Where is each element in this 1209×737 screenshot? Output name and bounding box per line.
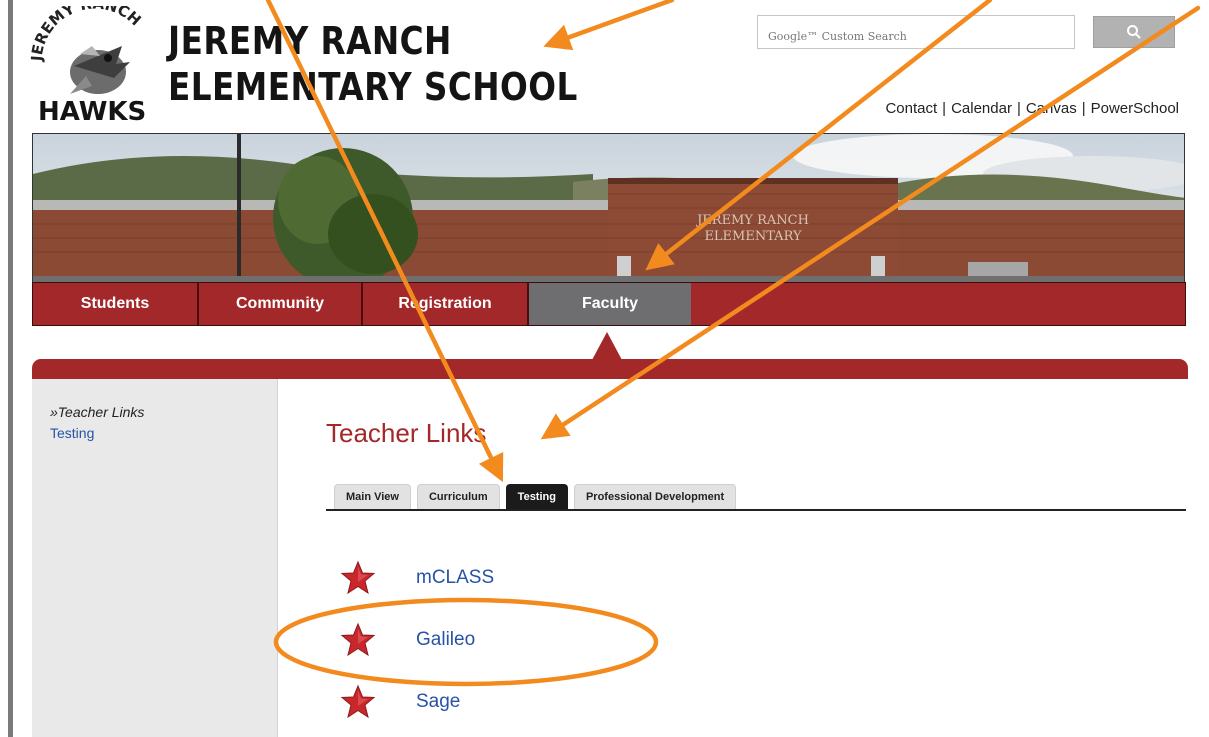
school-name[interactable]: JEREMY RANCH ELEMENTARY SCHOOL [168, 18, 578, 110]
hawk-icon [70, 46, 130, 94]
main-nav: Students Community Registration Faculty [32, 282, 1186, 326]
active-tab-indicator [592, 332, 622, 360]
school-logo[interactable]: JEREMY RANCH HAWKS [30, 6, 170, 124]
sidebar: »Teacher Links Testing [32, 379, 278, 737]
banner-photo: JEREMY RANCH ELEMENTARY [32, 133, 1185, 284]
list-item: Sage [340, 682, 640, 722]
separator: | [1081, 100, 1086, 117]
sage-link[interactable]: Sage [416, 691, 460, 713]
left-border-rule [8, 0, 13, 737]
galileo-link[interactable]: Galileo [416, 629, 475, 651]
sidebar-current-page[interactable]: »Teacher Links [50, 404, 277, 420]
nav-tab-registration[interactable]: Registration [363, 283, 529, 325]
search-button[interactable] [1093, 16, 1175, 48]
school-name-line1: JEREMY RANCH [168, 19, 452, 63]
separator: | [942, 100, 947, 117]
contact-link[interactable]: Contact [885, 100, 937, 117]
nav-tab-students[interactable]: Students [33, 283, 199, 325]
separator: | [1016, 100, 1021, 117]
building-sign-line2: ELEMENTARY [704, 229, 802, 244]
school-name-line2: ELEMENTARY SCHOOL [168, 65, 578, 109]
tab-testing[interactable]: Testing [505, 484, 568, 509]
sidebar-item-testing[interactable]: Testing [50, 425, 277, 441]
star-icon [340, 622, 376, 657]
content-header-bar [32, 359, 1188, 379]
logo-hawks-text: HAWKS [38, 97, 146, 124]
building-sign-line1: JEREMY RANCH [695, 213, 809, 228]
canvas-link[interactable]: Canvas [1026, 100, 1077, 117]
search-icon [1127, 25, 1141, 39]
star-icon [340, 684, 376, 719]
search-input[interactable] [757, 15, 1075, 49]
mclass-link[interactable]: mCLASS [416, 567, 494, 589]
star-icon [340, 560, 376, 595]
powerschool-link[interactable]: PowerSchool [1091, 100, 1179, 117]
utility-links: Contact | Calendar | Canvas | PowerSchool [885, 100, 1179, 117]
calendar-link[interactable]: Calendar [951, 100, 1012, 117]
page-title: Teacher Links [326, 418, 487, 448]
tab-professional-development[interactable]: Professional Development [573, 484, 737, 509]
nav-tab-faculty[interactable]: Faculty [529, 283, 691, 325]
list-item: Galileo [340, 620, 640, 660]
list-item: mCLASS [340, 558, 640, 598]
sub-tabs: Main View Curriculum Testing Professiona… [326, 484, 1186, 511]
nav-tab-community[interactable]: Community [199, 283, 363, 325]
tab-main-view[interactable]: Main View [334, 484, 411, 509]
tab-curriculum[interactable]: Curriculum [416, 484, 500, 509]
